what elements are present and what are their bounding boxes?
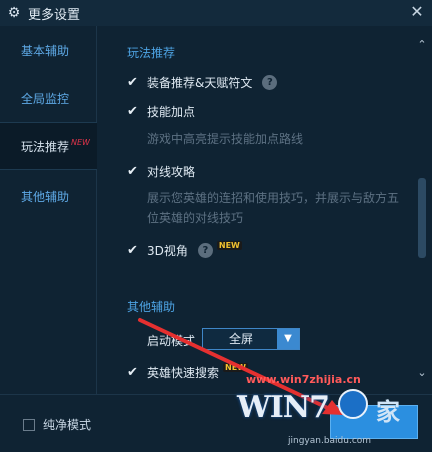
option-lane-guide[interactable]: ✔ 对线攻略 [127, 163, 195, 180]
gear-icon: ⚙ [7, 5, 21, 21]
checkbox-checked-icon[interactable]: ✔ [127, 243, 141, 258]
watermark-logo-suffix: 家 [376, 397, 400, 426]
chevron-up-icon[interactable]: ⌃ [416, 38, 428, 52]
settings-panel: 玩法推荐 ✔ 装备推荐&天赋符文 ? ✔ 技能加点 游戏中高亮提示技能加点路线 … [97, 26, 432, 394]
sidebar-item-label: 其他辅助 [21, 189, 70, 204]
option-label: 装备推荐&天赋符文 [147, 76, 253, 90]
title-bar: ⚙ 更多设置 ✕ [0, 0, 432, 26]
new-badge: NEW [223, 363, 248, 372]
close-button[interactable]: ✕ [408, 3, 426, 21]
launch-mode-select[interactable]: 全屏 ▼ [202, 328, 300, 350]
chevron-down-icon[interactable]: ⌄ [416, 366, 428, 380]
option-label: 技能加点 [147, 105, 196, 119]
scrollbar-thumb[interactable] [418, 178, 426, 258]
section-title-other: 其他辅助 [127, 300, 176, 314]
pure-mode-checkbox[interactable] [23, 419, 35, 431]
sidebar-item-label: 玩法推荐 [21, 139, 70, 154]
new-badge: NEW [216, 241, 242, 250]
sidebar-item-label: 全局监控 [21, 91, 70, 106]
option-3d-view[interactable]: ✔ 3D视角 ? NEW [127, 241, 242, 259]
new-badge: NEW [71, 137, 90, 147]
option-equipment-recommend[interactable]: ✔ 装备推荐&天赋符文 ? [127, 74, 278, 91]
description-line: 游戏中高亮提示技能加点路线 [147, 132, 304, 146]
option-label: 3D视角 [147, 244, 188, 258]
description-line: 位英雄的对线技巧 [147, 211, 244, 225]
option-label: 英雄快速搜索 [147, 366, 220, 380]
chevron-down-icon[interactable]: ▼ [277, 329, 299, 349]
option-description: 游戏中高亮提示技能加点路线 [147, 129, 303, 149]
watermark-site: www.win7zhijia.cn [246, 373, 361, 386]
sidebar-item-global-monitor[interactable]: 全局监控 [0, 74, 97, 122]
scrollbar[interactable]: ⌃ ⌄ [416, 38, 428, 380]
option-label: 对线攻略 [147, 165, 196, 179]
help-icon[interactable]: ? [197, 243, 213, 258]
sidebar-item-gameplay[interactable]: 玩法推荐 NEW [0, 122, 97, 170]
help-icon[interactable]: ? [262, 75, 278, 90]
launch-mode-value: 全屏 [228, 332, 253, 346]
launch-mode-label: 启动模式 [147, 334, 196, 348]
sidebar-item-label: 基本辅助 [21, 43, 70, 58]
sidebar-item-other[interactable]: 其他辅助 [0, 172, 97, 220]
option-skill-points[interactable]: ✔ 技能加点 [127, 103, 195, 120]
checkbox-checked-icon[interactable]: ✔ [127, 365, 141, 380]
sidebar: 基本辅助 全局监控 玩法推荐 NEW 其他辅助 [0, 26, 97, 394]
watermark-subtext: jingyan.baidu.com [288, 436, 372, 446]
checkbox-checked-icon[interactable]: ✔ [127, 164, 141, 179]
watermark-logo: WIN7 [237, 390, 330, 425]
windows-logo-icon [338, 389, 368, 419]
window-title: 更多设置 [28, 7, 81, 23]
option-hero-search[interactable]: ✔ 英雄快速搜索 NEW [127, 363, 248, 381]
sidebar-item-basic[interactable]: 基本辅助 [0, 26, 97, 74]
pure-mode-label: 纯净模式 [43, 418, 92, 432]
description-line: 展示您英雄的连招和使用技巧，并展示与敌方五 [147, 191, 400, 205]
checkbox-checked-icon[interactable]: ✔ [127, 75, 141, 90]
option-description: 展示您英雄的连招和使用技巧，并展示与敌方五 位英雄的对线技巧 [147, 188, 399, 228]
section-title-gameplay: 玩法推荐 [127, 46, 176, 60]
checkbox-checked-icon[interactable]: ✔ [127, 104, 141, 119]
